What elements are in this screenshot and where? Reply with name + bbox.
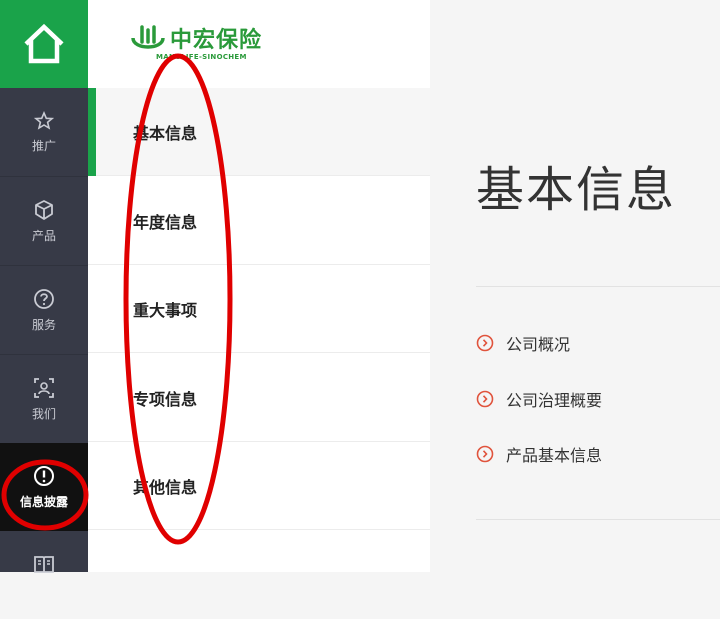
subnav-item-annual-info[interactable]: 年度信息 (88, 177, 430, 265)
rail-item-label: 产品 (31, 228, 56, 243)
page-title: 基本信息 (476, 162, 677, 218)
chevron-circle-icon (476, 445, 494, 463)
brand-hand-icon (131, 25, 165, 49)
subnav-item-label: 重大事项 (133, 300, 198, 320)
subnav-item-label: 年度信息 (133, 212, 198, 232)
star-icon (34, 110, 54, 130)
brand-name-en: MANULIFE-SINOCHEM (156, 53, 247, 61)
subnav-item-special-info[interactable]: 专项信息 (88, 354, 430, 442)
rail-item-about-us[interactable]: 我们 (0, 355, 88, 443)
rail-item-service[interactable]: 服务 (0, 266, 88, 354)
link-company-overview[interactable]: 公司概况 (476, 331, 570, 355)
divider (476, 286, 720, 287)
subnav-item-label: 专项信息 (133, 389, 198, 409)
rail-item-label: 信息披露 (19, 494, 68, 509)
chevron-circle-icon (476, 334, 494, 352)
link-product-basic-info[interactable]: 产品基本信息 (476, 442, 602, 466)
rail-item-label: 服务 (31, 317, 56, 332)
question-icon (34, 288, 54, 309)
sub-navigation: 中宏保险 MANULIFE-SINOCHEM 基本信息 年度信息 重大事项 专项… (88, 0, 430, 572)
rail-item-promote[interactable]: 推广 (0, 88, 88, 176)
subnav-item-major-events[interactable]: 重大事项 (88, 265, 430, 353)
rail-item-disclosure[interactable]: 信息披露 (0, 443, 88, 531)
exclamation-icon (34, 465, 54, 486)
link-governance-summary[interactable]: 公司治理概要 (476, 387, 602, 411)
rail-item-products[interactable]: 产品 (0, 177, 88, 265)
subnav-item-basic-info[interactable]: 基本信息 (88, 88, 430, 176)
link-label: 公司治理概要 (506, 391, 603, 410)
divider (476, 519, 720, 520)
home-icon (24, 23, 64, 64)
subnav-item-label: 其他信息 (133, 477, 198, 497)
chevron-circle-icon (476, 390, 494, 408)
rail-item-book[interactable] (0, 531, 88, 619)
home-button[interactable] (0, 0, 88, 88)
rail-item-label: 推广 (31, 138, 56, 153)
link-label: 产品基本信息 (506, 446, 603, 465)
icon-rail: 推广 产品 服务 我们 信息披露 (0, 0, 88, 573)
brand-name-cn: 中宏保险 (170, 28, 263, 53)
subnav-item-label: 基本信息 (133, 123, 198, 143)
cube-icon (35, 199, 53, 220)
main-content: 基本信息 公司概况 公司治理概要 产品基本信息 (430, 0, 720, 572)
rail-item-label: 我们 (31, 406, 56, 421)
link-label: 公司概况 (506, 335, 571, 354)
person-scan-icon (34, 377, 54, 398)
book-icon (34, 556, 54, 573)
subnav-item-other-info[interactable]: 其他信息 (88, 442, 430, 530)
